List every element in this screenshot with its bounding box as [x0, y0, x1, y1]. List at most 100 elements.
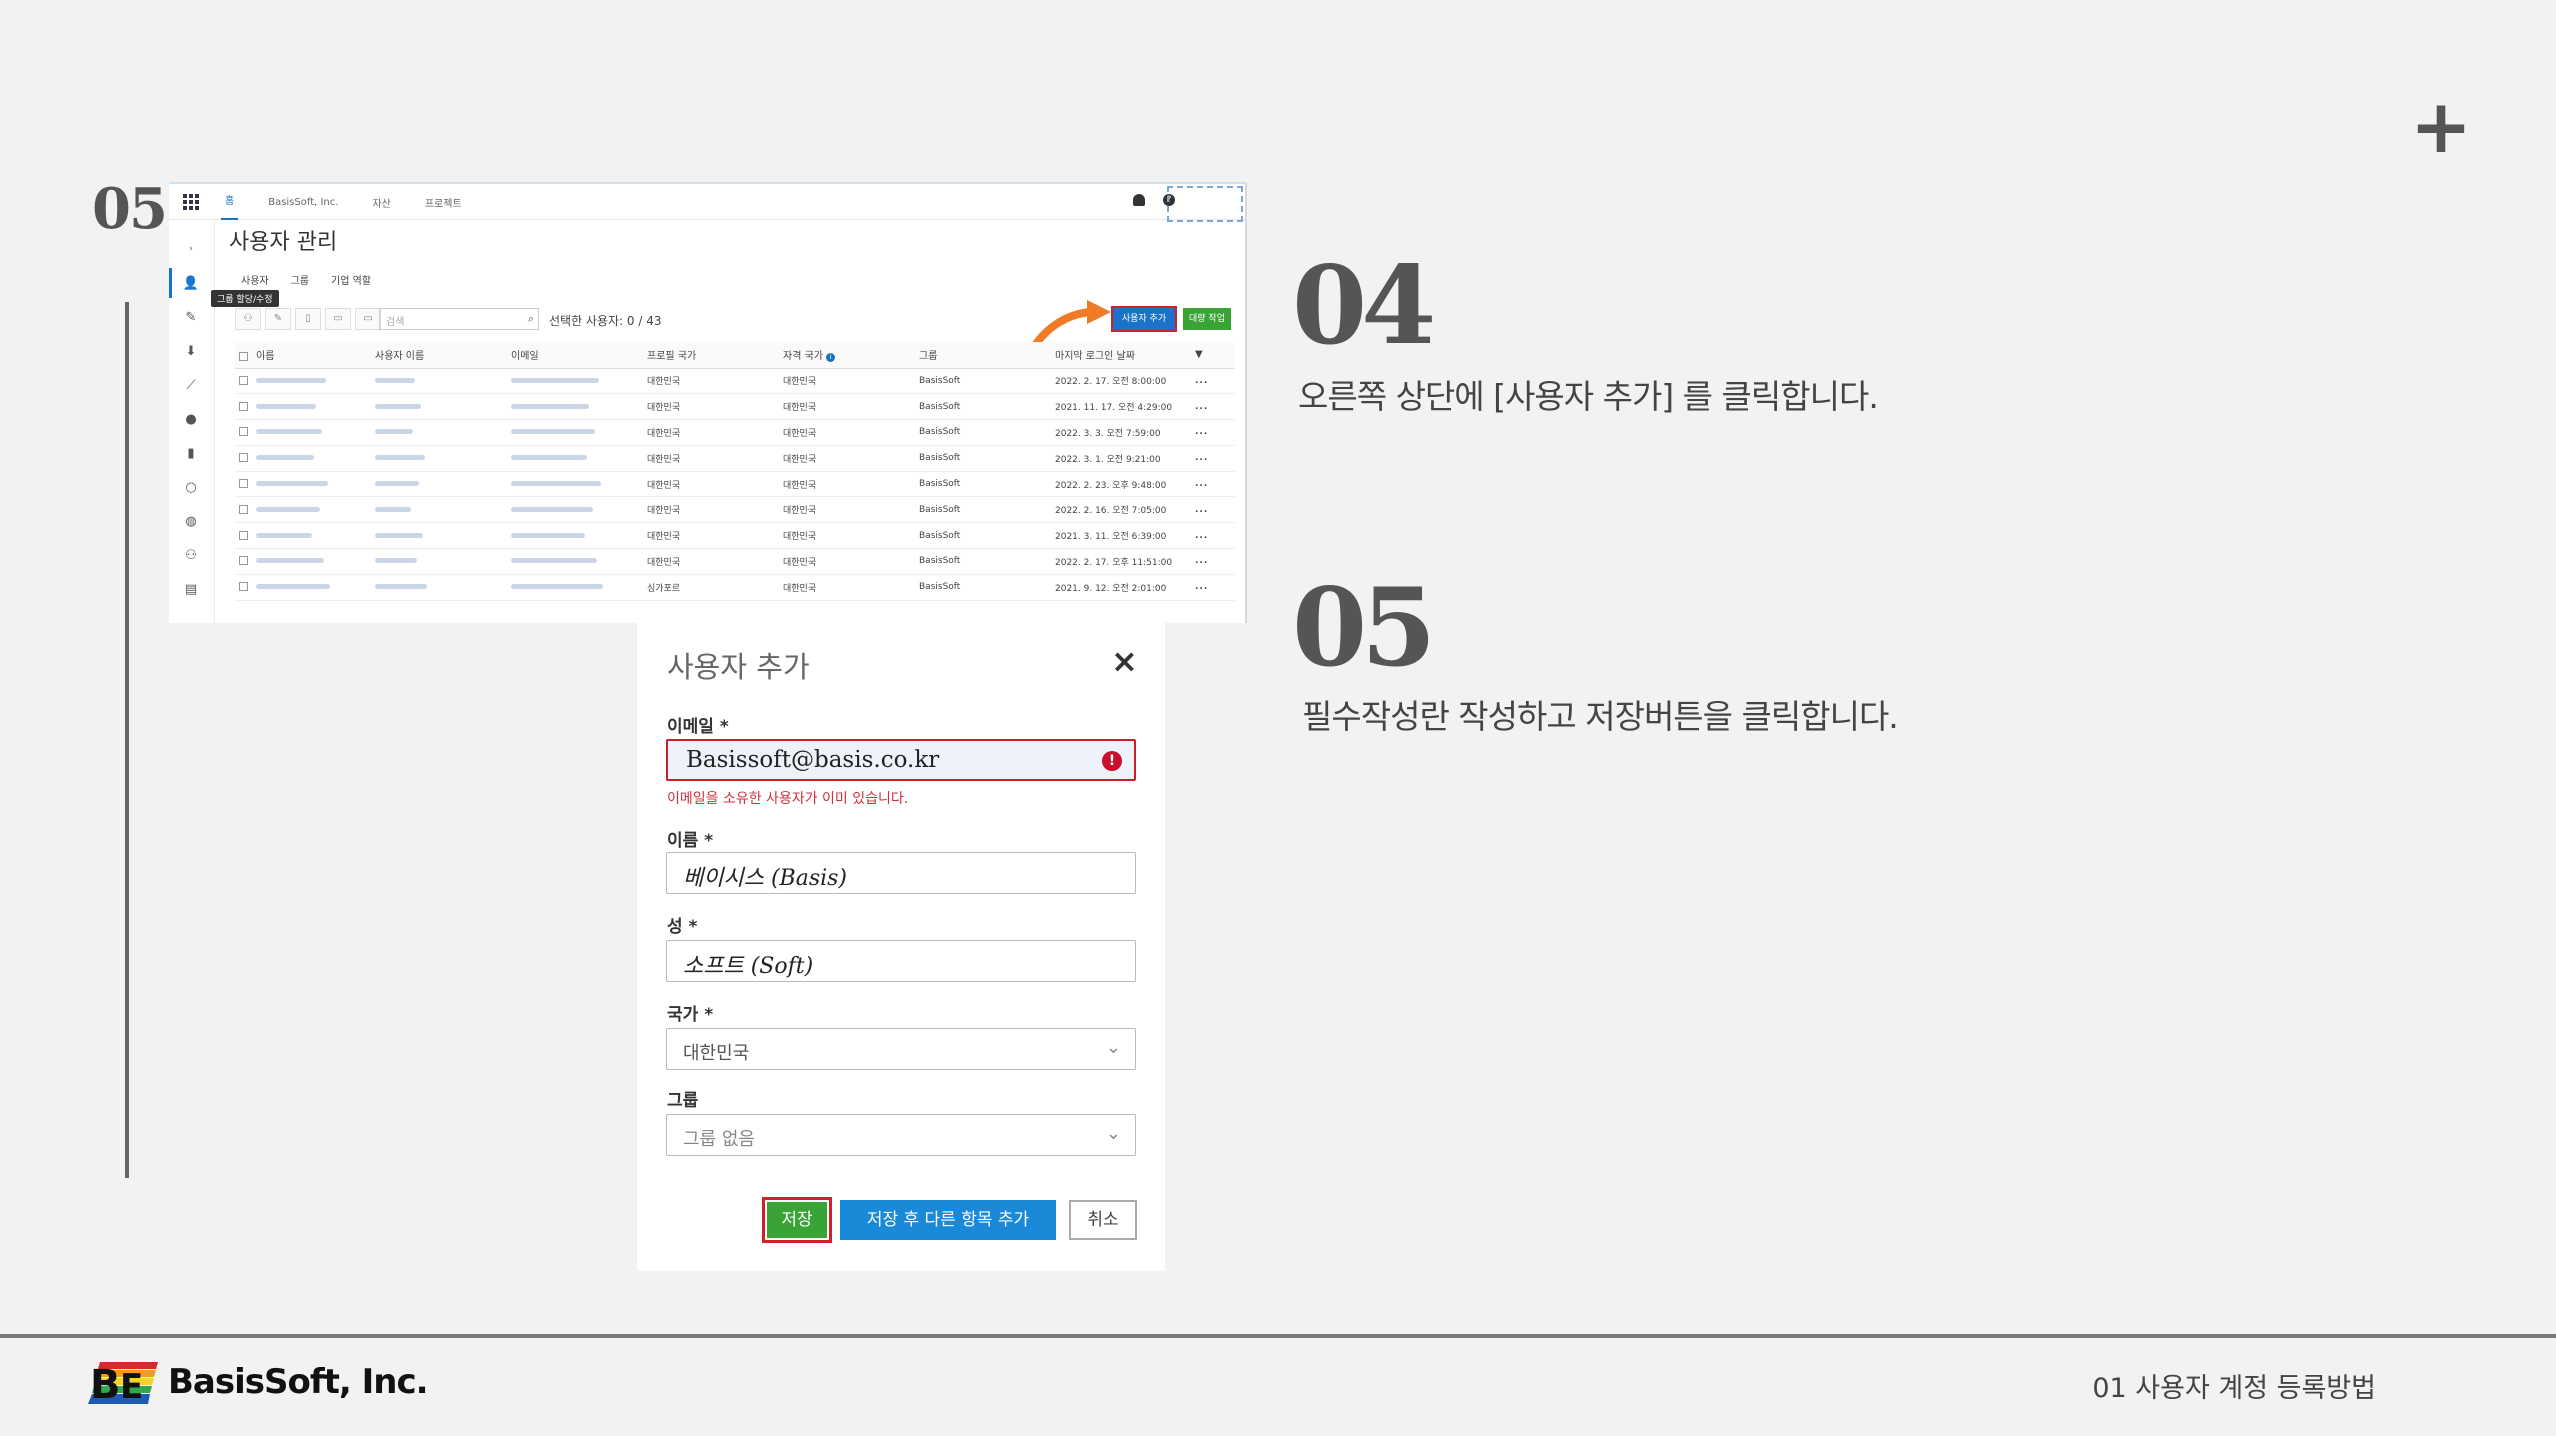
- cell-profile-country: 대한민국: [643, 548, 779, 575]
- cell-username: [371, 393, 507, 421]
- redacted-name: [256, 403, 316, 409]
- bulk-action-button[interactable]: 대량 작업: [1183, 308, 1231, 330]
- step-5-number: 05: [1292, 565, 1436, 691]
- expand-chevron-icon[interactable]: ›: [183, 242, 199, 256]
- row-checkbox[interactable]: [239, 530, 248, 540]
- row-checkbox[interactable]: [239, 427, 248, 437]
- sidebar: › 👤 ✎ ⬇ ⟋ ● ▮ ○ ◍ ⚇ ▤: [169, 220, 215, 623]
- cell-profile-country: 대한민국: [643, 368, 779, 395]
- cell-cert-country: 대한민국: [779, 419, 915, 446]
- help-circle-icon[interactable]: ●: [183, 412, 199, 427]
- table-row[interactable]: 대한민국 대한민국 BasisSoft 2022. 2. 23. 오후 9:48:00…: [235, 471, 1235, 498]
- last-name-field[interactable]: 소프트 (Soft): [666, 940, 1136, 982]
- lightbulb-icon[interactable]: ○: [183, 480, 199, 495]
- unlock-icon[interactable]: ▭: [355, 308, 381, 330]
- col-name[interactable]: 이름: [235, 342, 371, 369]
- table-row[interactable]: 대한민국 대한민국 BasisSoft 2022. 2. 17. 오전 8:00:00…: [235, 368, 1235, 395]
- table-row[interactable]: 대한민국 대한민국 BasisSoft 2022. 3. 1. 오전 9:21:00.…: [235, 445, 1235, 472]
- row-checkbox[interactable]: [239, 504, 248, 514]
- nav-tab-projects[interactable]: 프로젝트: [421, 195, 466, 210]
- more-icon[interactable]: ...: [1191, 368, 1235, 395]
- vertical-divider: [125, 302, 129, 1178]
- table-row[interactable]: 대한민국 대한민국 BasisSoft 2022. 3. 3. 오전 7:59:00.…: [235, 419, 1235, 446]
- col-cert-country[interactable]: 자격 국가 i: [779, 342, 915, 369]
- more-icon[interactable]: ...: [1191, 548, 1235, 575]
- redacted-username: [375, 377, 415, 383]
- col-group[interactable]: 그룹: [915, 342, 1051, 369]
- close-icon[interactable]: ×: [1111, 642, 1138, 680]
- more-icon[interactable]: ...: [1191, 471, 1235, 498]
- save-button[interactable]: 저장: [762, 1197, 832, 1243]
- save-and-add-button[interactable]: 저장 후 다른 항목 추가: [840, 1200, 1056, 1240]
- step-4-number: 04: [1292, 243, 1436, 369]
- lock-icon[interactable]: ▭: [325, 308, 351, 330]
- row-checkbox[interactable]: [239, 556, 248, 566]
- search-input[interactable]: 검색 ⌕: [379, 308, 539, 330]
- cell-email: [507, 445, 643, 472]
- country-select[interactable]: 대한민국 ⌄: [666, 1028, 1136, 1070]
- more-icon[interactable]: ...: [1191, 419, 1235, 446]
- table-row[interactable]: 대한민국 대한민국 BasisSoft 2022. 2. 17. 오후 11:51:0…: [235, 548, 1235, 575]
- user-management-screenshot: 홈 BasisSoft, Inc. 자산 프로젝트 ? › 👤 ✎ ⬇ ⟋ ● …: [169, 182, 1247, 623]
- row-checkbox[interactable]: [239, 582, 248, 592]
- add-user-button[interactable]: 사용자 추가: [1111, 306, 1177, 332]
- cell-name: [235, 522, 371, 550]
- redacted-name: [256, 506, 320, 512]
- col-name-label: 이름: [256, 351, 275, 363]
- nav-tab-assets[interactable]: 자산: [368, 195, 394, 210]
- cell-group: BasisSoft: [915, 393, 1051, 421]
- table-row[interactable]: 대한민국 대한민국 BasisSoft 2022. 2. 16. 오전 7:05:00…: [235, 496, 1235, 524]
- delete-icon[interactable]: ▯: [295, 308, 321, 330]
- redacted-email: [511, 403, 589, 409]
- bell-icon[interactable]: [1133, 194, 1145, 206]
- document-icon[interactable]: ▤: [183, 582, 199, 597]
- download-icon[interactable]: ⬇: [183, 344, 199, 359]
- user-admin-icon[interactable]: ⚇: [183, 548, 199, 563]
- col-last-login[interactable]: 마지막 로그인 날짜: [1051, 342, 1191, 369]
- cell-last-login: 2022. 2. 16. 오전 7:05:00: [1051, 496, 1191, 524]
- email-field[interactable]: Basissoft@basis.co.kr !: [666, 739, 1136, 781]
- globe-icon[interactable]: ◍: [183, 514, 199, 529]
- row-checkbox[interactable]: [239, 401, 248, 411]
- apps-grid-icon[interactable]: [183, 194, 199, 210]
- nav-tab-company[interactable]: BasisSoft, Inc.: [264, 197, 342, 208]
- basissoft-logo: B E: [88, 1362, 158, 1404]
- table-row[interactable]: 싱가포르 대한민국 BasisSoft 2021. 9. 12. 오전 2:01:00…: [235, 574, 1235, 601]
- first-name-field[interactable]: 베이시스 (Basis): [666, 852, 1136, 894]
- col-email[interactable]: 이메일: [507, 342, 643, 369]
- cell-name: [235, 496, 371, 524]
- more-icon[interactable]: ...: [1191, 445, 1235, 472]
- tab-groups[interactable]: 그룹: [291, 272, 309, 295]
- users-icon[interactable]: 👤: [183, 276, 199, 291]
- row-checkbox[interactable]: [239, 453, 248, 463]
- top-nav: 홈 BasisSoft, Inc. 자산 프로젝트 ?: [169, 184, 1245, 222]
- select-all-checkbox[interactable]: [239, 351, 248, 361]
- more-icon[interactable]: ...: [1191, 496, 1235, 524]
- cell-name: [235, 471, 371, 498]
- filter-icon[interactable]: ▼: [1191, 342, 1235, 369]
- search-placeholder: 검색: [386, 317, 405, 328]
- edit-icon[interactable]: ✎: [265, 308, 291, 330]
- tab-company-roles[interactable]: 기업 역할: [331, 272, 371, 295]
- more-icon[interactable]: ...: [1191, 522, 1235, 550]
- chart-icon[interactable]: ⟋: [183, 378, 199, 393]
- more-icon[interactable]: ...: [1191, 393, 1235, 421]
- row-checkbox[interactable]: [239, 375, 248, 385]
- cell-email: [507, 419, 643, 446]
- col-username[interactable]: 사용자 이름: [371, 342, 507, 369]
- assign-group-icon[interactable]: ⚇: [235, 308, 261, 330]
- table-row[interactable]: 대한민국 대한민국 BasisSoft 2021. 3. 11. 오전 6:39:00…: [235, 522, 1235, 550]
- book-icon[interactable]: ▮: [183, 446, 199, 461]
- group-select[interactable]: 그룹 없음 ⌄: [666, 1114, 1136, 1156]
- nav-tab-home[interactable]: 홈: [221, 184, 239, 220]
- cell-cert-country: 대한민국: [779, 574, 915, 601]
- more-icon[interactable]: ...: [1191, 574, 1235, 601]
- col-profile-country[interactable]: 프로필 국가: [643, 342, 779, 369]
- row-checkbox[interactable]: [239, 479, 248, 489]
- cancel-button[interactable]: 취소: [1069, 1200, 1137, 1240]
- table-row[interactable]: 대한민국 대한민국 BasisSoft 2021. 11. 17. 오전 4:29:0…: [235, 393, 1235, 421]
- tools-icon[interactable]: ✎: [183, 310, 199, 325]
- cell-email: [507, 368, 643, 395]
- cell-group: BasisSoft: [915, 419, 1051, 446]
- redacted-username: [375, 403, 421, 409]
